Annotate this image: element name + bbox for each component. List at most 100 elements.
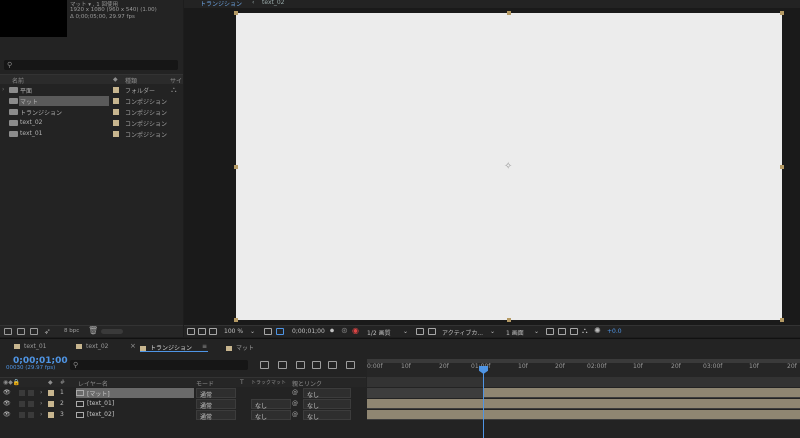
lock-toggle[interactable]	[28, 412, 34, 418]
parent-select[interactable]: なし	[303, 388, 351, 399]
transform-handle[interactable]	[780, 165, 784, 169]
label-swatch[interactable]	[48, 401, 54, 407]
panel-menu-icon[interactable]: ≡	[202, 343, 207, 350]
transform-handle[interactable]	[234, 165, 238, 169]
transform-handle[interactable]	[507, 318, 511, 322]
timeline-icon[interactable]	[570, 328, 578, 335]
layer-name[interactable]: [マット]	[87, 389, 110, 398]
composition-canvas[interactable]: ✧	[234, 11, 784, 322]
solo-toggle[interactable]	[19, 412, 25, 418]
trash-icon[interactable]: 🗑	[88, 326, 98, 335]
render-arrow-icon[interactable]: ➶	[44, 327, 51, 336]
column-type[interactable]: 種類	[125, 76, 137, 85]
label-swatch[interactable]	[113, 98, 119, 104]
composition-mini-flowchart-icon[interactable]	[260, 361, 269, 369]
solo-toggle[interactable]	[19, 401, 25, 407]
layer-bar[interactable]	[484, 388, 800, 397]
layer-row-2[interactable]: 👁 › 2 [text_01] 通常 なし @ なし	[0, 399, 366, 410]
chevron-right-icon[interactable]: ›	[40, 400, 42, 407]
transform-handle[interactable]	[780, 11, 784, 15]
chevron-down-icon[interactable]: ⌄	[250, 328, 255, 335]
transparency-grid-icon[interactable]	[276, 328, 284, 335]
frame-blending-icon[interactable]	[312, 361, 321, 369]
layer-track-2[interactable]	[367, 399, 800, 409]
eye-icon[interactable]: 👁	[3, 400, 11, 407]
layer-track-1[interactable]	[367, 388, 800, 398]
column-track-matte[interactable]: トラックマット	[251, 379, 286, 386]
project-item-folder[interactable]: › 平面 フォルダー ⛬	[0, 85, 183, 95]
timeline-search-input[interactable]: ⚲	[70, 360, 248, 370]
label-swatch[interactable]	[48, 412, 54, 418]
label-swatch[interactable]	[48, 390, 54, 396]
timeline-tab-matte[interactable]: マット	[226, 343, 254, 352]
close-icon[interactable]: ×	[130, 342, 136, 350]
label-swatch[interactable]	[113, 131, 119, 137]
monitor-icon[interactable]	[198, 328, 206, 335]
graph-editor-icon[interactable]	[346, 361, 355, 369]
snapshot-icon[interactable]: ⊛	[341, 326, 348, 335]
thumbnail-slider[interactable]	[101, 329, 123, 334]
layer-row-1[interactable]: 👁 › 1 [マット] 通常 @ なし	[0, 388, 366, 399]
transform-handle[interactable]	[507, 11, 511, 15]
viewer-timecode[interactable]: 0;00;01;00	[292, 328, 325, 335]
3d-view-icon[interactable]	[428, 328, 436, 335]
column-layer-name[interactable]: レイヤー名	[78, 379, 108, 388]
label-swatch[interactable]	[113, 87, 119, 93]
viewer-tab-text02[interactable]: text_02	[262, 0, 284, 6]
flowchart-icon[interactable]: ⛬	[171, 85, 177, 95]
layer-track-3[interactable]	[367, 410, 800, 420]
lock-toggle[interactable]	[28, 401, 34, 407]
project-item-matte[interactable]: マット コンポジション	[0, 96, 183, 106]
toggle-pixel-icon[interactable]	[546, 328, 554, 335]
timeline-tab-text01[interactable]: text_01	[14, 343, 46, 350]
resolution-select[interactable]: 1/2 画質	[367, 328, 391, 337]
project-item-transition[interactable]: トランジション コンポジション	[0, 107, 183, 117]
eye-icon[interactable]: 👁	[3, 389, 11, 396]
flowchart-icon[interactable]: ⛬	[582, 326, 588, 336]
views-select[interactable]: 1 画面	[506, 328, 524, 337]
new-composition-icon[interactable]	[30, 328, 38, 335]
layer-row-3[interactable]: 👁 › 3 [text_02] 通常 なし @ なし	[0, 410, 366, 421]
exposure-value[interactable]: +0.0	[607, 328, 622, 335]
label-swatch[interactable]	[113, 120, 119, 126]
motion-blur-icon[interactable]	[328, 361, 337, 369]
column-name[interactable]: 名前	[12, 76, 24, 85]
transform-handle[interactable]	[234, 11, 238, 15]
chevron-down-icon[interactable]: ⌄	[403, 328, 408, 335]
label-swatch[interactable]	[113, 109, 119, 115]
transform-handle[interactable]	[234, 318, 238, 322]
lock-toggle[interactable]	[28, 390, 34, 396]
pick-whip-icon[interactable]: @	[292, 400, 298, 407]
new-folder-icon[interactable]	[17, 328, 25, 335]
chevron-right-icon[interactable]: ›	[40, 411, 42, 418]
blend-mode-select[interactable]: 通常	[196, 410, 236, 421]
layer-name[interactable]: [text_01]	[87, 400, 114, 407]
fast-preview-icon[interactable]	[416, 328, 424, 335]
parent-select[interactable]: なし	[303, 399, 351, 410]
region-of-interest-icon[interactable]	[264, 328, 272, 335]
blend-mode-select[interactable]: 通常	[196, 399, 236, 410]
track-matte-select[interactable]: なし	[251, 410, 291, 421]
blend-mode-select[interactable]: 通常	[196, 388, 236, 399]
project-item-text01[interactable]: text_01 コンポジション	[0, 129, 183, 139]
column-parent[interactable]: 親とリンク	[292, 379, 322, 388]
project-search-input[interactable]: ⚲	[4, 60, 178, 70]
anchor-point-icon[interactable]: ✧	[504, 161, 512, 172]
chevron-down-icon[interactable]: ⌄	[490, 328, 495, 335]
timeline-tab-text02[interactable]: text_02	[76, 343, 108, 350]
track-matte-select[interactable]: なし	[251, 399, 291, 410]
color-channel-icon[interactable]: ◉	[352, 326, 359, 335]
chevron-down-icon[interactable]: ⌄	[534, 328, 539, 335]
chevron-right-icon[interactable]: ›	[2, 86, 4, 93]
project-item-text02[interactable]: text_02 コンポジション	[0, 118, 183, 128]
pick-whip-icon[interactable]: @	[292, 411, 298, 418]
layer-bar[interactable]	[367, 399, 800, 408]
exposure-icon[interactable]: ✺	[594, 326, 601, 335]
parent-select[interactable]: なし	[303, 410, 351, 421]
column-t[interactable]: T	[240, 379, 244, 386]
arrow-left-icon[interactable]: ‹	[252, 0, 254, 6]
layer-bar[interactable]	[367, 410, 800, 419]
column-size[interactable]: サイ	[170, 76, 182, 85]
eye-icon[interactable]: 👁	[3, 411, 11, 418]
bit-depth[interactable]: 8 bpc	[64, 328, 79, 334]
